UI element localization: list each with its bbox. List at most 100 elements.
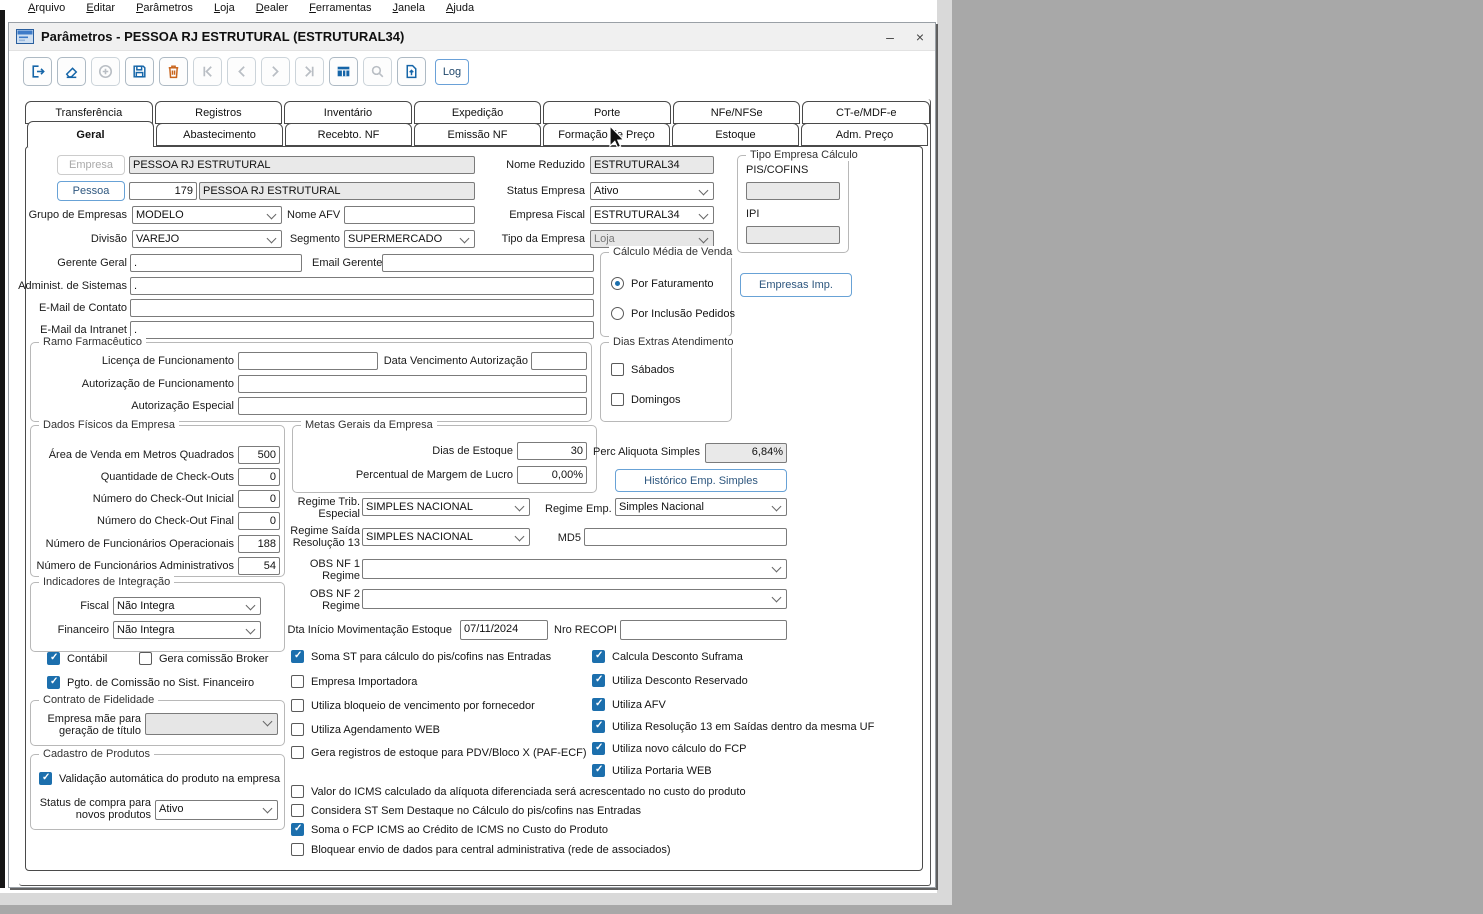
regime-trib-especial-select[interactable]: SIMPLES NACIONAL [362, 498, 530, 516]
checkbox-utiliza-desconto-reservado[interactable]: Utiliza Desconto Reservado [592, 674, 748, 687]
empresa-button[interactable]: Empresa [57, 155, 125, 175]
checkbox-box [291, 823, 304, 836]
grupo-empresas-select[interactable]: MODELO [132, 206, 282, 224]
checkbox-valor-icms-aliquota-diferenciada[interactable]: Valor do ICMS calculado da alíquota dife… [291, 785, 746, 798]
clear-button[interactable] [57, 57, 86, 86]
segmento-select[interactable]: SUPERMERCADO [344, 230, 475, 248]
menu-item-dealer[interactable]: Dealer [256, 2, 288, 14]
menu-item-ajuda[interactable]: Ajuda [446, 2, 474, 14]
menu-item-parametros[interactable]: Parâmetros [136, 2, 193, 14]
divisao-select[interactable]: VAREJO [132, 230, 282, 248]
checkout-inicial-input[interactable]: 0 [238, 490, 280, 508]
autorizacao-especial-input[interactable] [238, 397, 587, 415]
exit-button[interactable] [23, 57, 52, 86]
checkbox-pgto-comissao[interactable]: Pgto. de Comissão no Sist. Financeiro [47, 676, 254, 689]
checkbox-utiliza-resolucao13[interactable]: Utiliza Resolução 13 em Saídas dentro da… [592, 720, 874, 733]
administ-sistemas-input[interactable]: . [130, 277, 594, 295]
checkout-final-input[interactable]: 0 [238, 512, 280, 530]
log-button[interactable]: Log [435, 58, 469, 85]
menu-item-ferramentas[interactable]: Ferramentas [309, 2, 371, 14]
checkbox-utiliza-afv[interactable]: Utiliza AFV [592, 698, 666, 711]
close-button[interactable]: × [905, 25, 935, 49]
tab-cte-mdfe[interactable]: CT-e/MDF-e [802, 101, 931, 124]
tab-recebto-nf[interactable]: Recebto. NF [285, 123, 412, 146]
checkbox-gera-comissao-broker[interactable]: Gera comissão Broker [139, 652, 268, 665]
tab-estoque[interactable]: Estoque [672, 123, 799, 146]
obs-nf2-regime-select[interactable] [362, 589, 787, 609]
checkbox-contabil[interactable]: Contábil [47, 652, 107, 665]
tab-inventario[interactable]: Inventário [284, 101, 412, 124]
tab-adm-preco[interactable]: Adm. Preço [801, 123, 928, 146]
calcula-desconto-suframa-label: Calcula Desconto Suframa [612, 650, 743, 663]
minimize-button[interactable]: – [875, 25, 905, 49]
func-administrativos-input[interactable]: 54 [238, 557, 280, 575]
md5-input[interactable] [584, 528, 787, 546]
pessoa-button[interactable]: Pessoa [57, 181, 125, 201]
menu-item-arquivo[interactable]: Arquivo [28, 2, 65, 14]
first-record-button[interactable] [193, 57, 222, 86]
menu-item-editar[interactable]: Editar [86, 2, 115, 14]
email-gerente-input[interactable] [382, 254, 594, 272]
empresas-imp-button[interactable]: Empresas Imp. [740, 273, 852, 297]
menu-item-janela[interactable]: Janela [393, 2, 425, 14]
grid-button[interactable] [329, 57, 358, 86]
checkbox-domingos[interactable]: Domingos [611, 393, 681, 406]
autorizacao-funcionamento-input[interactable] [238, 375, 587, 393]
checkbox-gera-registros-pdv[interactable]: Gera registros de estoque para PDV/Bloco… [291, 746, 587, 759]
checkbox-utiliza-agendamento-web[interactable]: Utiliza Agendamento WEB [291, 723, 440, 736]
checkbox-utiliza-bloqueio-vencimento[interactable]: Utiliza bloqueio de vencimento por forne… [291, 699, 535, 712]
tab-nfe-nfse[interactable]: NFe/NFSe [672, 101, 801, 124]
nro-recopi-input[interactable] [620, 620, 787, 640]
next-record-button[interactable] [261, 57, 290, 86]
data-vencimento-input[interactable] [531, 352, 587, 370]
financeiro-select[interactable]: Não Integra [113, 621, 261, 639]
empresa-fiscal-select[interactable]: ESTRUTURAL34 [590, 206, 714, 224]
checkbox-considera-st-sem-destaque[interactable]: Considera ST Sem Destaque no Cálculo do … [291, 804, 641, 817]
checkbox-box [291, 699, 304, 712]
checkbox-validacao-automatica[interactable]: Validação automática do produto na empre… [39, 772, 280, 785]
delete-button[interactable] [159, 57, 188, 86]
checkbox-empresa-importadora[interactable]: Empresa Importadora [291, 675, 417, 688]
checkbox-sabados[interactable]: Sábados [611, 363, 674, 376]
checkbox-soma-st-entradas[interactable]: Soma ST para cálculo do pis/cofins nas E… [291, 650, 551, 663]
status-compra-select[interactable]: Ativo [155, 800, 278, 820]
email-intranet-input[interactable]: . [130, 321, 594, 339]
status-empresa-select[interactable]: Ativo [590, 182, 714, 200]
area-venda-input[interactable]: 500 [238, 446, 280, 464]
tab-porte[interactable]: Porte [543, 101, 671, 124]
tab-emissao-nf[interactable]: Emissão NF [414, 123, 541, 146]
save-button[interactable] [125, 57, 154, 86]
dias-estoque-input[interactable]: 30 [517, 442, 587, 460]
search-button[interactable] [363, 57, 392, 86]
tab-geral[interactable]: Geral [27, 121, 154, 147]
licenca-funcionamento-input[interactable] [238, 352, 378, 370]
tab-abastecimento[interactable]: Abastecimento [156, 123, 283, 146]
checkbox-calcula-desconto-suframa[interactable]: Calcula Desconto Suframa [592, 650, 743, 663]
tab-registros[interactable]: Registros [154, 101, 283, 124]
historico-emp-simples-button[interactable]: Histórico Emp. Simples [615, 469, 787, 492]
add-button[interactable] [91, 57, 120, 86]
gerente-geral-input[interactable]: . [130, 254, 302, 272]
checkbox-utiliza-portaria-web[interactable]: Utiliza Portaria WEB [592, 764, 712, 777]
export-button[interactable] [397, 57, 426, 86]
radio-por-faturamento[interactable]: Por Faturamento [611, 277, 714, 290]
obs-nf1-regime-select[interactable] [362, 559, 787, 579]
tab-expedicao[interactable]: Expedição [413, 101, 542, 124]
checkbox-bloquear-envio-dados[interactable]: Bloquear envio de dados para central adm… [291, 843, 671, 856]
menu-item-loja[interactable]: Loja [214, 2, 235, 14]
pessoa-code-field[interactable]: 179 [129, 182, 197, 200]
checkbox-soma-fcp-icms[interactable]: Soma o FCP ICMS ao Crédito de ICMS no Cu… [291, 823, 608, 836]
func-operacionais-input[interactable]: 188 [238, 535, 280, 553]
last-record-button[interactable] [295, 57, 324, 86]
margem-lucro-input[interactable]: 0,00% [517, 466, 587, 484]
email-contato-input[interactable] [130, 299, 594, 317]
previous-record-button[interactable] [227, 57, 256, 86]
nome-afv-input[interactable] [344, 206, 475, 224]
fiscal-select[interactable]: Não Integra [113, 597, 261, 615]
regime-emp-select[interactable]: Simples Nacional [615, 498, 787, 516]
dta-inicio-movimentacao-input[interactable]: 07/11/2024 [460, 620, 548, 640]
qtd-checkouts-input[interactable]: 0 [238, 468, 280, 486]
radio-por-inclusao-pedidos[interactable]: Por Inclusão Pedidos [611, 307, 735, 320]
regime-saida-resolucao13-select[interactable]: SIMPLES NACIONAL [362, 528, 530, 546]
checkbox-utiliza-novo-fcp[interactable]: Utiliza novo cálculo do FCP [592, 742, 747, 755]
